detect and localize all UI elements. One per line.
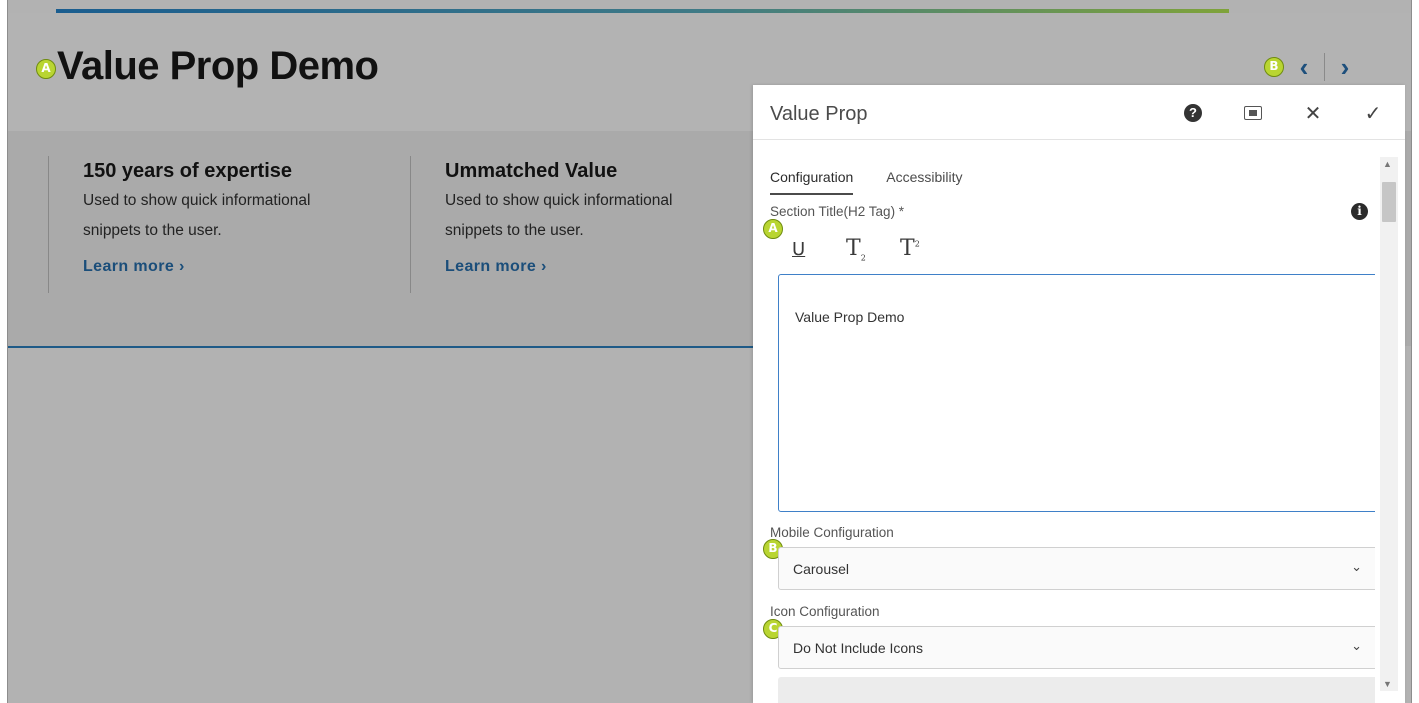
page-title: Value Prop Demo xyxy=(57,44,379,88)
info-icon[interactable]: i xyxy=(1351,203,1368,220)
close-button[interactable]: ✕ xyxy=(1299,99,1327,127)
marker-b: B xyxy=(1264,57,1284,77)
check-icon: ✓ xyxy=(1364,102,1382,125)
card-title: 150 years of expertise xyxy=(83,160,293,182)
dialog-tabs: Configuration Accessibility xyxy=(770,169,996,195)
scroll-down-icon[interactable]: ▼ xyxy=(1383,679,1392,689)
icon-config-value: Do Not Include Icons xyxy=(793,640,923,656)
section-title-label: Section Title(H2 Tag) * xyxy=(770,204,905,219)
help-icon: ? xyxy=(1184,104,1202,122)
dialog-title: Value Prop xyxy=(770,103,868,125)
dialog-scrollbar[interactable]: ▲ ▼ xyxy=(1380,157,1398,691)
dialog-header: Value Prop ? ✕ ✓ xyxy=(753,85,1405,140)
superscript-button[interactable]: T2 xyxy=(900,236,954,262)
icon-config-select[interactable]: Do Not Include Icons ⌄ xyxy=(778,626,1375,669)
underline-button[interactable]: U xyxy=(792,236,846,262)
edit-dialog: Value Prop ? ✕ ✓ Configuration Accessibi… xyxy=(753,85,1405,703)
chevron-down-icon: ⌄ xyxy=(1351,559,1362,574)
section-title-editor[interactable]: Value Prop Demo xyxy=(778,274,1375,512)
value-card: 150 years of expertise Used to show quic… xyxy=(48,156,378,293)
marker-a: A xyxy=(36,59,56,79)
scroll-thumb[interactable] xyxy=(1382,182,1396,222)
rte-toolbar: U T2 T2 xyxy=(792,236,954,262)
learn-more-link[interactable]: Learn more › xyxy=(445,258,740,276)
next-arrow-icon[interactable]: › xyxy=(1334,54,1356,80)
marker-a: A xyxy=(763,219,783,239)
mobile-config-select[interactable]: Carousel ⌄ xyxy=(778,547,1375,590)
fullscreen-button[interactable] xyxy=(1239,99,1267,127)
scroll-up-icon[interactable]: ▲ xyxy=(1383,159,1392,169)
close-icon: ✕ xyxy=(1304,102,1322,125)
mobile-config-value: Carousel xyxy=(793,561,850,577)
confirm-button[interactable]: ✓ xyxy=(1359,99,1387,127)
subscript-mark: 2 xyxy=(860,253,866,263)
tab-accessibility[interactable]: Accessibility xyxy=(886,169,962,195)
card-description: Used to show quick informational snippet… xyxy=(445,192,673,239)
learn-more-link[interactable]: Learn more › xyxy=(83,258,378,276)
icon-config-label: Icon Configuration xyxy=(770,604,880,619)
carousel-nav: ‹ › xyxy=(1293,52,1356,82)
subscript-button[interactable]: T2 xyxy=(846,236,900,262)
tab-configuration[interactable]: Configuration xyxy=(770,169,854,195)
superscript-letter: T xyxy=(900,236,915,261)
prev-arrow-icon[interactable]: ‹ xyxy=(1293,54,1315,80)
fullscreen-icon xyxy=(1244,106,1262,120)
chevron-down-icon: ⌄ xyxy=(1351,638,1362,653)
subscript-letter: T xyxy=(846,236,861,261)
dialog-body: Configuration Accessibility Section Titl… xyxy=(753,141,1375,703)
superscript-mark: 2 xyxy=(914,239,920,249)
mobile-config-label: Mobile Configuration xyxy=(770,525,894,540)
next-field-placeholder xyxy=(778,677,1375,703)
nav-separator xyxy=(1324,53,1325,81)
help-button[interactable]: ? xyxy=(1179,99,1207,127)
card-title: Ummatched Value xyxy=(445,160,618,182)
card-description: Used to show quick informational snippet… xyxy=(83,192,311,239)
value-card: Ummatched Value Used to show quick infor… xyxy=(410,156,740,293)
